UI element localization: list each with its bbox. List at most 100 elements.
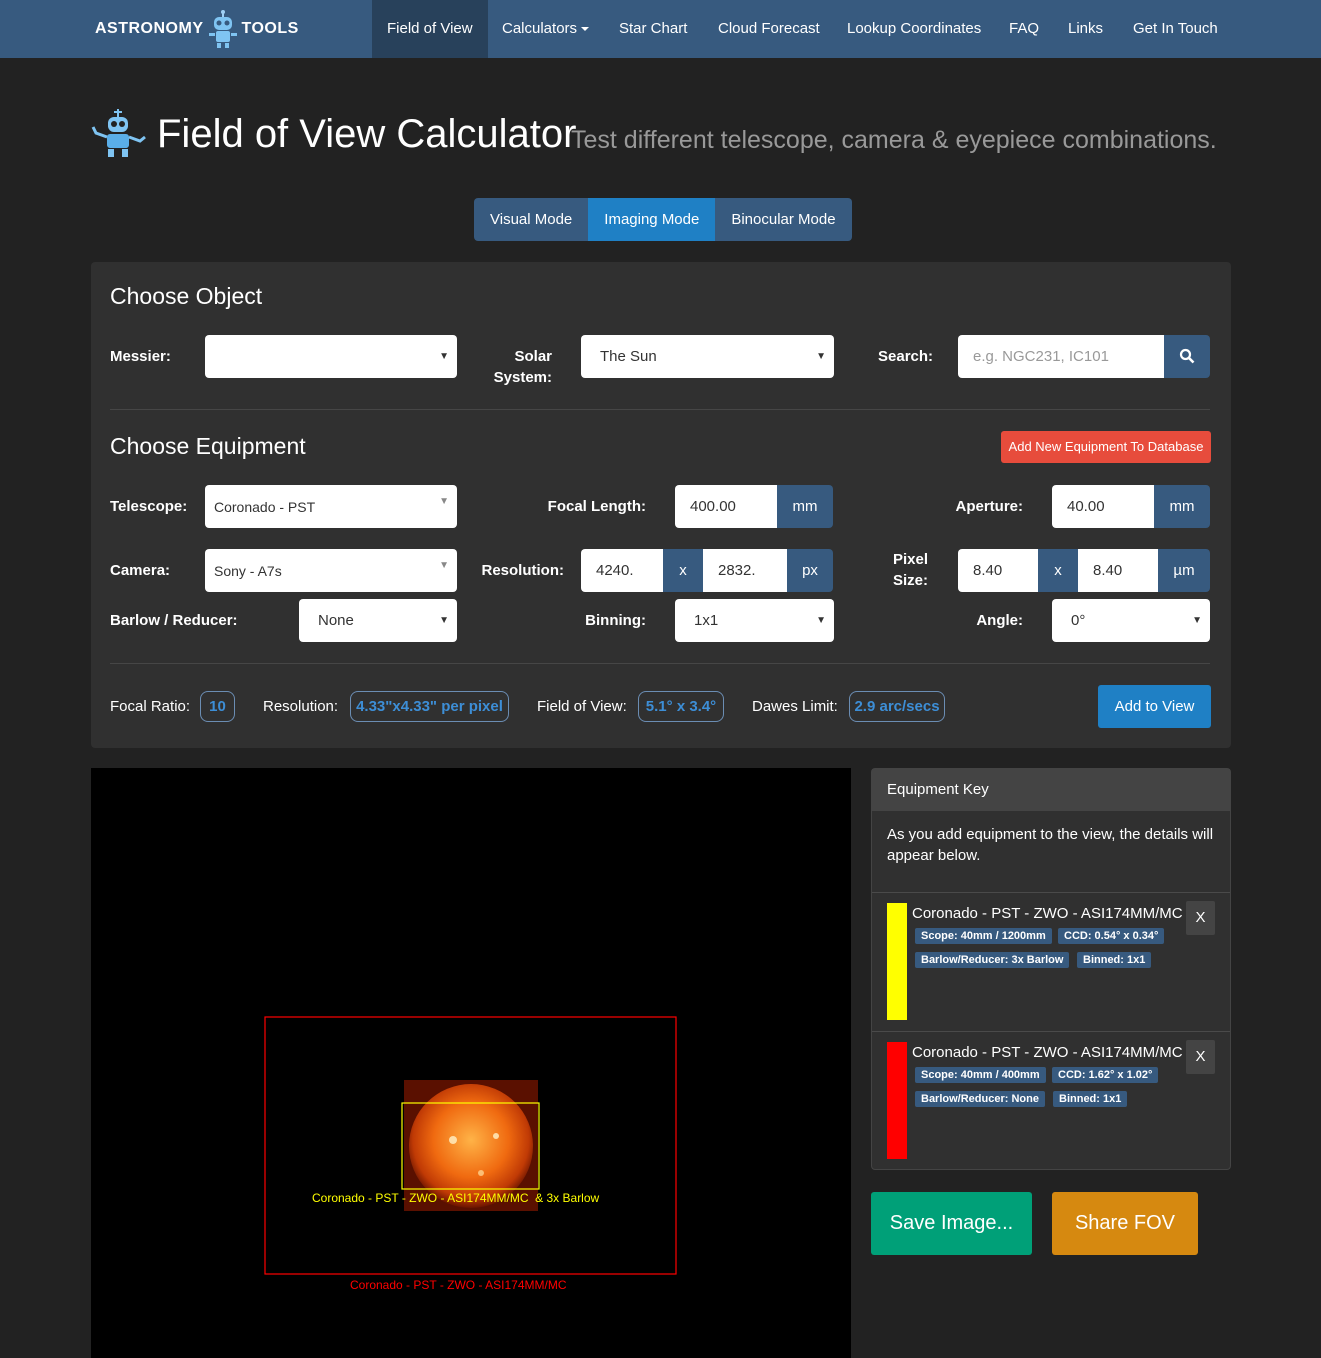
nav-cloud-forecast[interactable]: Cloud Forecast <box>703 0 835 58</box>
barlow-reducer-select[interactable]: None ▼ <box>299 599 457 642</box>
brand-logo[interactable]: ASTRONOMY TOOLS <box>95 0 299 58</box>
telescope-label: Telescope: <box>110 498 188 515</box>
brand-text-left: ASTRONOMY <box>95 20 204 37</box>
red-fov-label: Coronado - PST - ZWO - ASI174MM/MC <box>350 1278 567 1292</box>
aperture-input[interactable]: 40.00 <box>1052 485 1154 528</box>
page-subtitle: Test different telescope, camera & eyepi… <box>571 126 1217 154</box>
red-color-swatch <box>887 1042 907 1159</box>
add-to-view-button[interactable]: Add to View <box>1098 685 1211 728</box>
nav-star-chart[interactable]: Star Chart <box>604 0 702 58</box>
focal-length-label: Focal Length: <box>547 498 646 515</box>
solar-system-select[interactable]: The Sun ▼ <box>581 335 834 378</box>
nav-label: Links <box>1068 20 1104 37</box>
page-title: Field of View Calculator <box>157 112 577 156</box>
yellow-fov-label: Coronado - PST - ZWO - ASI174MM/MC & 3x … <box>312 1191 600 1205</box>
equipment-key-heading: Equipment Key <box>872 769 1230 811</box>
focal-ratio-value: 10 <box>200 691 235 722</box>
dropdown-arrow-icon: ▼ <box>1192 615 1202 626</box>
pixel-size-label-line1: Pixel <box>892 551 928 568</box>
resolution-result-label: Resolution: <box>263 698 339 715</box>
camera-label: Camera: <box>110 562 171 579</box>
fov-view-svg <box>264 1016 677 1275</box>
resolution-label: Resolution: <box>481 562 565 579</box>
nav-get-in-touch[interactable]: Get In Touch <box>1118 0 1233 58</box>
nav-label: Get In Touch <box>1133 20 1218 37</box>
imaging-mode-button[interactable]: Imaging Mode <box>588 198 716 241</box>
pixel-width-input[interactable]: 8.40 <box>958 549 1038 592</box>
pixel-size-unit: µm <box>1158 549 1210 592</box>
focal-ratio-label: Focal Ratio: <box>110 698 191 715</box>
fov-result-label: Field of View: <box>537 698 627 715</box>
binning-select-value: 1x1 <box>694 612 719 629</box>
messier-select[interactable]: ▼ <box>205 335 457 378</box>
binned-tag: Binned: 1x1 <box>1077 952 1152 968</box>
nav-calculators[interactable]: Calculators <box>487 0 604 58</box>
barlow-tag: Barlow/Reducer: None <box>915 1091 1045 1107</box>
binning-select[interactable]: 1x1 ▼ <box>675 599 834 642</box>
aperture-unit: mm <box>1154 485 1210 528</box>
remove-entry-button[interactable]: X <box>1186 901 1215 935</box>
dropdown-arrow-icon: ▼ <box>439 496 449 507</box>
nav-label: Calculators <box>502 20 578 37</box>
remove-entry-button[interactable]: X <box>1186 1040 1215 1074</box>
aperture-label: Aperture: <box>955 498 1023 515</box>
nav-links[interactable]: Links <box>1053 0 1118 58</box>
barlow-tag: Barlow/Reducer: 3x Barlow <box>915 952 1070 968</box>
search-input[interactable]: e.g. NGC231, IC101 <box>958 335 1164 378</box>
focal-length-input[interactable]: 400.00 <box>675 485 777 528</box>
pixel-size-label-line2: Size: <box>892 572 928 589</box>
sun-spot <box>493 1133 499 1139</box>
divider <box>872 892 1230 893</box>
resolution-unit: px <box>787 549 833 592</box>
nav-label: Star Chart <box>619 20 688 37</box>
resolution-x-separator: x <box>663 549 703 592</box>
dropdown-arrow-icon: ▼ <box>439 560 449 571</box>
choose-equipment-heading: Choose Equipment <box>110 433 306 459</box>
nav-lookup-coordinates[interactable]: Lookup Coordinates <box>832 0 996 58</box>
camera-select[interactable]: Sony - A7s ▼ <box>205 549 457 592</box>
dropdown-arrow-icon: ▼ <box>439 615 449 626</box>
dropdown-arrow-icon: ▼ <box>816 351 826 362</box>
equipment-key-panel: Equipment Key As you add equipment to th… <box>871 768 1231 1170</box>
equipment-key-intro: As you add equipment to the view, the de… <box>887 826 1214 864</box>
scope-tag: Scope: 40mm / 400mm <box>915 1067 1046 1083</box>
nav-label: Field of View <box>387 20 473 37</box>
binning-label: Binning: <box>585 612 646 629</box>
ccd-tag: CCD: 0.54° x 0.34° <box>1058 928 1165 944</box>
angle-select-value: 0° <box>1071 612 1086 629</box>
nav-field-of-view[interactable]: Field of View <box>372 0 488 58</box>
dropdown-arrow-icon: ▼ <box>439 351 449 362</box>
brand-text-right: TOOLS <box>241 20 299 37</box>
visual-mode-button[interactable]: Visual Mode <box>474 198 589 241</box>
divider <box>110 409 1210 410</box>
fov-result-value: 5.1° x 3.4° <box>638 691 724 722</box>
pixel-height-input[interactable]: 8.40 <box>1078 549 1158 592</box>
angle-select[interactable]: 0° ▼ <box>1052 599 1210 642</box>
camera-select-value: Sony - A7s <box>214 563 282 579</box>
share-fov-button[interactable]: Share FOV <box>1052 1192 1198 1255</box>
messier-label: Messier: <box>110 348 171 365</box>
solar-system-select-value: The Sun <box>600 348 657 365</box>
binocular-mode-button[interactable]: Binocular Mode <box>715 198 852 241</box>
key-entry-name: Coronado - PST - ZWO - ASI174MM/MC <box>912 1044 1183 1061</box>
barlow-select-value: None <box>318 612 354 629</box>
mode-toggle-group: Visual Mode Imaging Mode Binocular Mode <box>474 198 852 241</box>
pixel-x-separator: x <box>1038 549 1078 592</box>
barlow-reducer-label: Barlow / Reducer: <box>110 612 238 629</box>
resolution-width-input[interactable]: 4240. <box>581 549 663 592</box>
solar-system-label-line2: System: <box>493 369 552 386</box>
resolution-height-input[interactable]: 2832. <box>703 549 787 592</box>
save-image-button[interactable]: Save Image... <box>871 1192 1032 1255</box>
telescope-select[interactable]: Coronado - PST ▼ <box>205 485 457 528</box>
dawes-limit-value: 2.9 arc/secs <box>849 691 945 722</box>
search-button[interactable] <box>1164 335 1210 378</box>
ccd-tag: CCD: 1.62° x 1.02° <box>1052 1067 1159 1083</box>
add-equipment-database-button[interactable]: Add New Equipment To Database <box>1001 431 1211 463</box>
nav-faq[interactable]: FAQ <box>994 0 1054 58</box>
navbar: ASTRONOMY TOOLS Field of View Calculator… <box>0 0 1321 58</box>
caret-down-icon <box>581 27 590 32</box>
dawes-limit-label: Dawes Limit: <box>752 698 838 715</box>
fov-view-canvas[interactable]: Coronado - PST - ZWO - ASI174MM/MC & 3x … <box>91 768 851 1358</box>
choose-object-heading: Choose Object <box>110 283 263 309</box>
search-label: Search: <box>878 348 934 365</box>
